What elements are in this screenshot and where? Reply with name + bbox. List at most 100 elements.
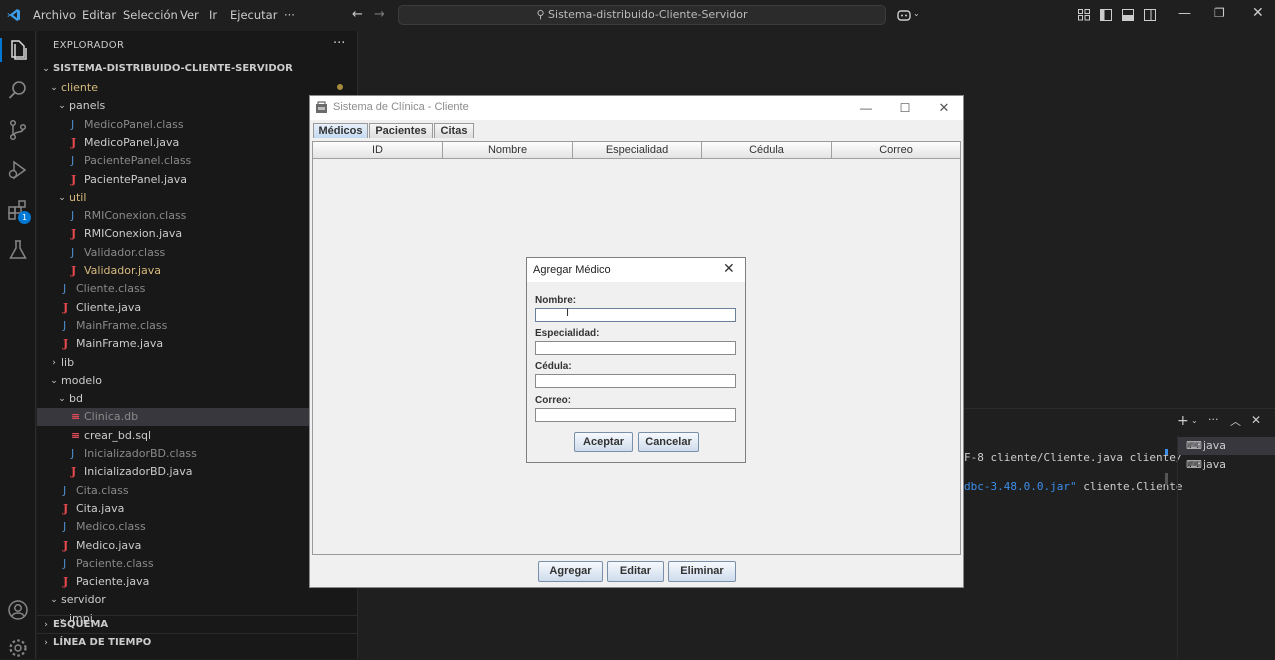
chevron-down-icon: ⌄: [58, 394, 66, 405]
correo-input[interactable]: [535, 408, 736, 422]
menu-ir[interactable]: Ir: [209, 8, 217, 22]
toggle-secondary-sidebar-icon[interactable]: [1144, 9, 1156, 21]
dialog-title-bar[interactable]: Agregar Médico ✕: [527, 258, 745, 282]
tree-item-label: Validador.class: [84, 245, 166, 259]
tree-item-label: bd: [69, 392, 83, 406]
terminal-tab-label: java: [1203, 458, 1227, 471]
tree-item-label: Paciente.java: [76, 575, 150, 589]
nombre-label: Nombre:: [535, 295, 577, 306]
column-header-id[interactable]: ID: [313, 142, 443, 159]
terminal-tab-2[interactable]: ⌨ java: [1178, 456, 1275, 474]
java-file-icon: J: [71, 264, 77, 277]
close-panel-icon[interactable]: ✕: [1251, 413, 1261, 427]
terminal-list: ⌨ java ⌨ java: [1177, 435, 1275, 659]
java-file-icon: J: [71, 227, 77, 241]
section-linea-de-tiempo[interactable]: › LÍNEA DE TIEMPO: [37, 633, 357, 651]
editar-button[interactable]: Editar: [607, 561, 664, 582]
java-app-icon: [316, 101, 327, 113]
column-header-correo[interactable]: Correo: [832, 142, 960, 159]
explorer-files-icon[interactable]: [6, 38, 30, 62]
menu-ejecutar[interactable]: Ejecutar: [230, 8, 277, 22]
run-debug-icon[interactable]: [6, 158, 30, 182]
tree-item-label: MedicoPanel.java: [84, 135, 180, 149]
menu-editar[interactable]: Editar: [82, 8, 116, 22]
class-file-icon: J: [71, 117, 75, 131]
tree-item-label: Cliente.class: [76, 282, 146, 296]
terminal-jar-link[interactable]: dbc-3.48.0.0.jar": [964, 480, 1077, 493]
especialidad-input[interactable]: [535, 341, 736, 355]
column-header-nombre[interactable]: Nombre: [443, 142, 573, 159]
class-file-icon: J: [63, 282, 67, 296]
terminal-tab-1[interactable]: ⌨ java: [1178, 437, 1275, 455]
back-arrow-icon[interactable]: ←: [352, 7, 363, 22]
swing-close-icon[interactable]: ✕: [931, 98, 957, 118]
especialidad-label: Especialidad:: [535, 328, 600, 339]
tab-pacientes[interactable]: Pacientes: [369, 123, 433, 138]
section-esquema[interactable]: › ESQUEMA: [37, 615, 357, 633]
manage-gear-icon[interactable]: [6, 636, 30, 660]
active-indicator: [0, 38, 2, 62]
column-header-especialidad[interactable]: Especialidad: [573, 142, 702, 159]
project-root[interactable]: ⌄ SISTEMA-DISTRIBUIDO-CLIENTE-SERVIDOR: [37, 60, 357, 78]
swing-title-bar[interactable]: Sistema de Clínica - Cliente — ☐ ✕: [310, 96, 963, 120]
swing-maximize-icon[interactable]: ☐: [892, 98, 918, 118]
tree-item-label: RMIConexion.class: [84, 209, 187, 223]
cancelar-button[interactable]: Cancelar: [638, 432, 699, 452]
menu-archivo[interactable]: Archivo: [33, 8, 76, 22]
search-icon[interactable]: [6, 78, 30, 102]
chevron-right-icon: ›: [44, 620, 48, 630]
agregar-button[interactable]: Agregar: [538, 561, 603, 582]
tab-medicos[interactable]: Médicos: [313, 123, 368, 138]
customize-layout-icon[interactable]: [1078, 9, 1090, 21]
tab-citas[interactable]: Citas: [434, 123, 474, 138]
source-control-icon[interactable]: [6, 118, 30, 142]
agregar-medico-dialog: Agregar Médico ✕ Nombre: I Especialidad:…: [526, 257, 746, 463]
forward-arrow-icon[interactable]: →: [374, 7, 385, 22]
terminal-dropdown-chevron-icon[interactable]: ⌄: [1191, 416, 1198, 425]
extensions-badge: 1: [18, 211, 31, 224]
terminal-scroll-mark: [1165, 449, 1168, 455]
copilot-icon[interactable]: [897, 8, 911, 22]
class-file-icon: J: [71, 154, 75, 168]
copilot-chevron-down-icon[interactable]: ⌄: [913, 9, 920, 18]
toggle-primary-sidebar-icon[interactable]: [1100, 9, 1112, 21]
account-icon[interactable]: [6, 598, 30, 622]
maximize-panel-chevron-up-icon[interactable]: ︿: [1230, 413, 1241, 429]
text-cursor-ibeam-icon: I: [566, 307, 570, 319]
swing-minimize-icon[interactable]: —: [853, 98, 879, 118]
tree-item[interactable]: ⌄ servidor: [37, 591, 357, 609]
dialog-close-icon[interactable]: ✕: [723, 260, 735, 277]
vscode-logo-icon: [7, 9, 20, 21]
chevron-right-icon: ›: [52, 357, 56, 368]
window-close-icon[interactable]: ✕: [1252, 5, 1264, 21]
tree-item-label: MainFrame.class: [76, 318, 168, 332]
menu-ver[interactable]: Ver: [180, 8, 199, 22]
explorer-more-actions[interactable]: ···: [333, 36, 345, 51]
window-restore-icon[interactable]: ❐: [1214, 6, 1225, 20]
tree-item-label: Cita.class: [76, 483, 129, 497]
testing-flask-icon[interactable]: [6, 238, 30, 262]
cedula-input[interactable]: [535, 374, 736, 388]
activity-bar: 1: [0, 31, 36, 659]
terminal-scrollbar[interactable]: [1165, 473, 1168, 485]
column-header-cedula[interactable]: Cédula: [702, 142, 832, 159]
tree-item-label: Medico.class: [76, 520, 146, 534]
tree-item-label: Clinica.db: [84, 410, 139, 424]
class-file-icon: J: [71, 447, 75, 460]
tree-item-label: InicializadorBD.class: [84, 447, 197, 460]
panel-more-icon[interactable]: ···: [1208, 413, 1219, 426]
chevron-down-icon: ⌄: [42, 64, 50, 74]
terminal-icon: ⌨: [1186, 458, 1202, 471]
eliminar-button[interactable]: Eliminar: [668, 561, 736, 582]
toggle-panel-icon[interactable]: [1122, 9, 1134, 21]
new-terminal-plus-icon[interactable]: +: [1177, 413, 1189, 429]
tree-item-label: util: [69, 190, 87, 204]
menu-seleccion[interactable]: Selección: [123, 8, 178, 22]
command-center-search[interactable]: ⚲ Sistema-distribuido-Cliente-Servidor: [398, 5, 886, 25]
java-file-icon: J: [63, 575, 69, 589]
chevron-right-icon: ›: [44, 638, 48, 648]
project-root-label: SISTEMA-DISTRIBUIDO-CLIENTE-SERVIDOR: [53, 63, 293, 74]
menu-more[interactable]: ···: [284, 8, 295, 22]
aceptar-button[interactable]: Aceptar: [574, 432, 633, 452]
window-minimize-icon[interactable]: —: [1178, 6, 1191, 21]
